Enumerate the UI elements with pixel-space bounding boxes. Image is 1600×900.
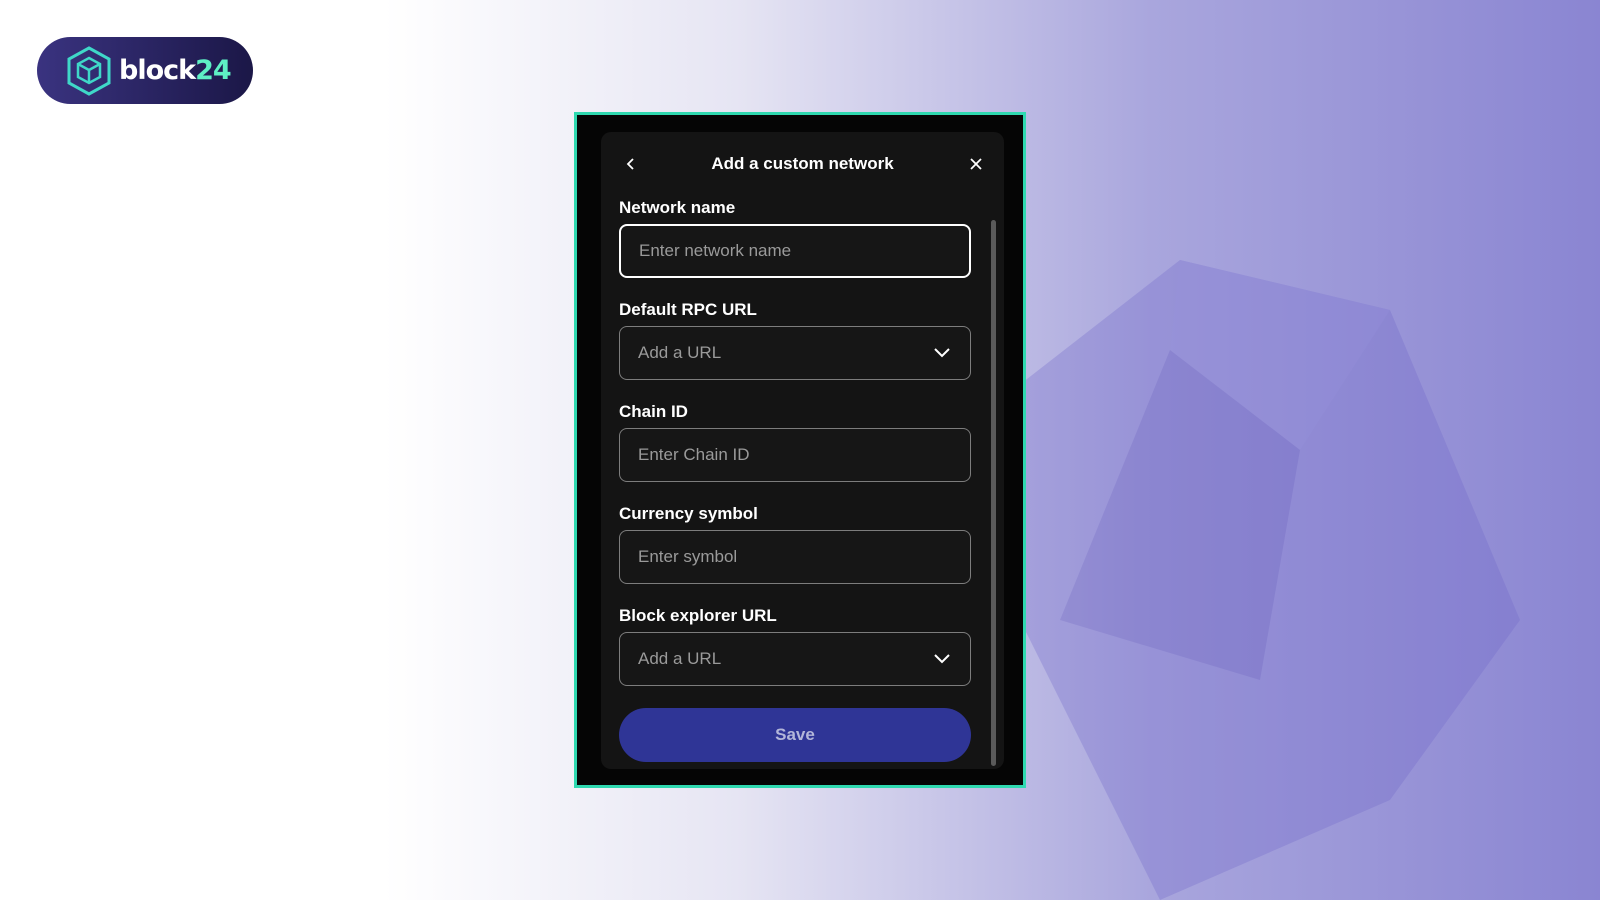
chain-id-input[interactable] bbox=[638, 445, 952, 465]
modal-title: Add a custom network bbox=[711, 154, 894, 173]
brand-logo-text: block24 bbox=[119, 55, 232, 86]
block-explorer-label: Block explorer URL bbox=[619, 606, 777, 625]
currency-symbol-input[interactable] bbox=[638, 547, 952, 567]
rpc-url-dropdown[interactable]: Add a URL bbox=[619, 326, 971, 380]
close-icon bbox=[970, 158, 982, 170]
chain-id-field: Chain ID bbox=[619, 402, 971, 482]
modal-header: Add a custom network bbox=[601, 132, 1004, 196]
block-explorer-field: Block explorer URL Add a URL bbox=[619, 606, 971, 686]
rpc-url-value: Add a URL bbox=[638, 343, 722, 362]
currency-symbol-box bbox=[619, 530, 971, 584]
network-name-box bbox=[619, 224, 971, 278]
currency-symbol-field: Currency symbol bbox=[619, 504, 971, 584]
network-name-input[interactable] bbox=[639, 241, 951, 261]
chevron-down-icon bbox=[932, 649, 952, 669]
chain-id-box bbox=[619, 428, 971, 482]
network-form: Network name Default RPC URL Add a URL bbox=[619, 198, 971, 762]
add-network-modal: Add a custom network Network name Enter … bbox=[601, 132, 1004, 769]
hexagon-cube-icon bbox=[67, 45, 111, 96]
save-button[interactable]: Save bbox=[619, 708, 971, 762]
scrollbar[interactable] bbox=[991, 220, 996, 766]
rpc-url-label: Default RPC URL bbox=[619, 300, 757, 319]
background-stage: block24 Add a custom network Network nam… bbox=[0, 0, 1600, 900]
close-button[interactable] bbox=[964, 152, 988, 176]
block-explorer-value: Add a URL bbox=[638, 649, 722, 668]
currency-symbol-label: Currency symbol bbox=[619, 504, 758, 523]
network-name-label: Network name bbox=[619, 198, 736, 217]
background-cube-graphic bbox=[1000, 260, 1520, 900]
chevron-down-icon bbox=[932, 343, 952, 363]
rpc-url-field: Default RPC URL Add a URL bbox=[619, 300, 971, 380]
brand-logo: block24 bbox=[37, 37, 253, 104]
network-name-field: Network name bbox=[619, 198, 971, 278]
screenshot-frame: Add a custom network Network name Enter … bbox=[574, 112, 1026, 788]
block-explorer-dropdown[interactable]: Add a URL bbox=[619, 632, 971, 686]
chain-id-label: Chain ID bbox=[619, 402, 688, 421]
